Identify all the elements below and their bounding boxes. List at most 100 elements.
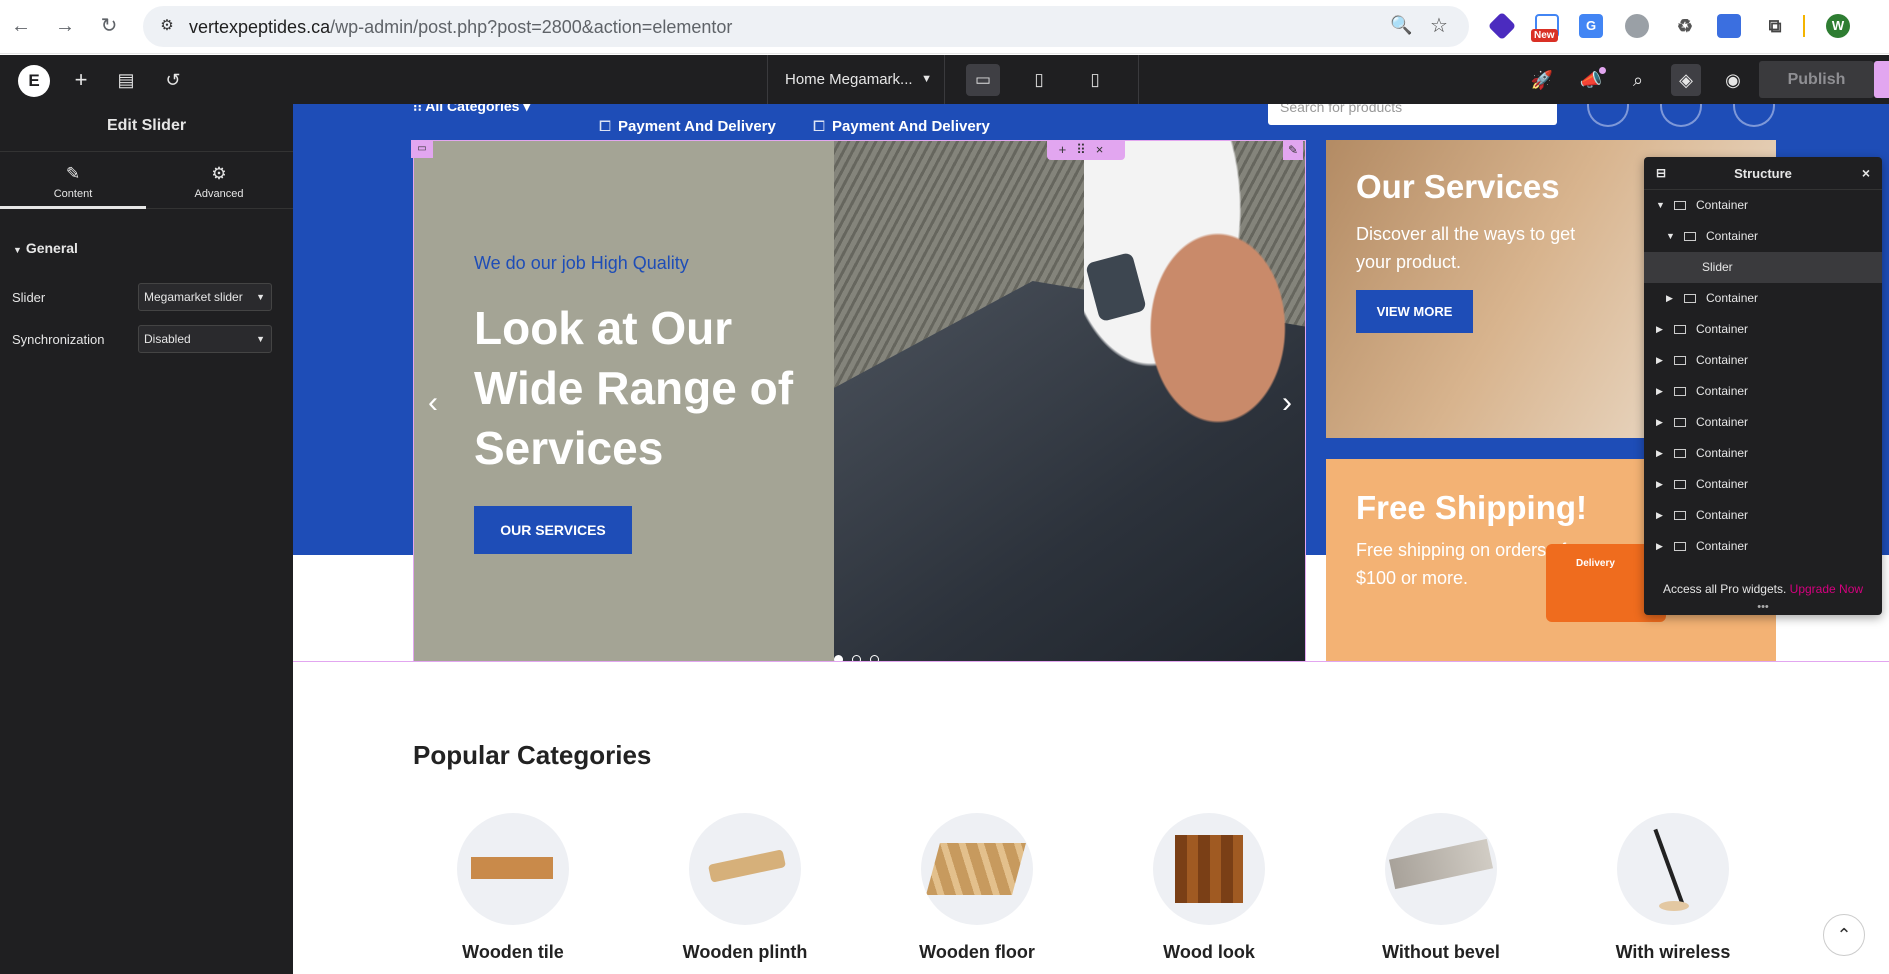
structure-item[interactable]: ▶ Container	[1644, 469, 1882, 500]
document-title: Home Megamark...	[785, 71, 913, 88]
structure-item[interactable]: ▶ Container	[1644, 345, 1882, 376]
extensions-puzzle-icon[interactable]: ⧉	[1763, 14, 1787, 38]
structure-header: ⊟ Structure ×	[1644, 157, 1882, 190]
gear-icon: ⚙	[211, 164, 227, 183]
menu-link-payment-1[interactable]: ⧠ Payment And Delivery	[599, 118, 776, 135]
extension-diamond-icon[interactable]	[1487, 11, 1517, 41]
slider-select[interactable]: Megamarket slider ▼	[138, 283, 272, 311]
upgrade-now-link[interactable]: Upgrade Now	[1790, 582, 1863, 596]
our-services-button[interactable]: OUR SERVICES	[474, 506, 632, 554]
history-icon[interactable]: ↺	[160, 67, 186, 93]
structure-item[interactable]: ▶ Container	[1644, 283, 1882, 314]
site-info-icon[interactable]: ⚙	[157, 16, 177, 36]
search-placeholder: Search for products	[1280, 104, 1403, 115]
menu-link-payment-2[interactable]: ⧠ Payment And Delivery	[813, 118, 990, 135]
card-text: Discover all the ways to get your produc…	[1356, 224, 1576, 272]
caret-right-icon[interactable]: ▶	[1656, 500, 1663, 531]
caret-right-icon[interactable]: ▶	[1656, 314, 1663, 345]
back-icon[interactable]: ←	[8, 13, 34, 39]
structure-item[interactable]: Slider	[1644, 252, 1882, 283]
structure-item[interactable]: ▶ Container	[1644, 314, 1882, 345]
structure-item[interactable]: ▼ Container	[1644, 221, 1882, 252]
collapse-all-icon[interactable]: ⊟	[1656, 157, 1666, 190]
category-item[interactable]: Wooden plinth	[655, 813, 835, 963]
caret-down-icon[interactable]: ▼	[1656, 190, 1665, 221]
category-image	[1385, 813, 1497, 925]
caret-down-icon[interactable]: ▼	[1666, 221, 1675, 252]
browser-chrome: ← → ↻ ⚙ vertexpeptides.ca/wp-admin/post.…	[0, 0, 1889, 54]
caret-right-icon[interactable]: ▶	[1656, 407, 1663, 438]
container-toolbar[interactable]: +⠿×	[1047, 140, 1125, 160]
structure-item[interactable]: ▶ Container	[1644, 407, 1882, 438]
bookmark-star-icon[interactable]: ☆	[1430, 13, 1448, 38]
category-item[interactable]: With wireless	[1583, 813, 1763, 963]
structure-item-label: Container	[1696, 446, 1749, 460]
profile-avatar[interactable]: W	[1826, 14, 1850, 38]
card-title: Our Services	[1356, 168, 1560, 205]
product-search-input[interactable]: Search for products	[1268, 104, 1557, 125]
desktop-icon[interactable]: ▭	[966, 64, 1000, 96]
extension-blue-icon[interactable]	[1717, 14, 1741, 38]
search-icon[interactable]: ⌕	[1625, 67, 1651, 93]
panel-tabs: ✎ Content ⚙ Advanced	[0, 152, 293, 209]
caret-right-icon[interactable]: ▶	[1666, 283, 1673, 314]
globe-icon[interactable]	[1625, 14, 1649, 38]
category-item[interactable]: Wooden floor	[887, 813, 1067, 963]
container-icon	[1674, 542, 1686, 551]
structure-layers-icon[interactable]: ◈	[1671, 64, 1701, 96]
resize-handle-icon[interactable]: •••	[1644, 601, 1882, 613]
element-handle-icon[interactable]: ▭	[411, 140, 433, 158]
publish-options-toggle[interactable]	[1874, 61, 1889, 98]
tablet-icon[interactable]: ▯	[1022, 64, 1056, 96]
structure-item[interactable]: ▶ Container	[1644, 438, 1882, 469]
scroll-top-button[interactable]: ⌃	[1823, 914, 1865, 956]
elementor-logo-icon[interactable]: E	[18, 65, 50, 97]
structure-item[interactable]: ▶ Container	[1644, 376, 1882, 407]
slider-prev-icon[interactable]: ‹	[428, 386, 438, 420]
forward-icon[interactable]: →	[52, 13, 78, 39]
publish-button[interactable]: Publish	[1759, 61, 1874, 98]
category-item[interactable]: Wooden tile	[423, 813, 603, 963]
container-icon	[1674, 480, 1686, 489]
mobile-icon[interactable]: ▯	[1078, 64, 1112, 96]
tab-advanced[interactable]: ⚙ Advanced	[146, 152, 292, 209]
structure-item[interactable]: ▼ Container	[1644, 190, 1882, 221]
caret-right-icon[interactable]: ▶	[1656, 345, 1663, 376]
caret-right-icon[interactable]: ▶	[1656, 469, 1663, 500]
slider-next-icon[interactable]: ›	[1282, 386, 1292, 420]
notification-dot	[1599, 67, 1606, 74]
new-badge: New	[1531, 29, 1558, 42]
synchronization-select[interactable]: Disabled ▼	[138, 325, 272, 353]
editor-panel: Edit Slider ✎ Content ⚙ Advanced ▼ Gener…	[0, 104, 293, 974]
recycle-icon[interactable]: ♻	[1673, 14, 1697, 38]
caret-right-icon[interactable]: ▶	[1656, 531, 1663, 562]
caret-right-icon[interactable]: ▶	[1656, 438, 1663, 469]
zoom-icon[interactable]: 🔍	[1390, 15, 1412, 36]
view-more-button[interactable]: VIEW MORE	[1356, 290, 1473, 333]
structure-list: ▼ Container ▼ Container Slider ▶ Container ▶ Con…	[1644, 190, 1882, 562]
container-icon	[1674, 387, 1686, 396]
section-general-toggle[interactable]: ▼ General	[0, 209, 293, 256]
hero-slider[interactable]: We do our job High Quality Look at Our W…	[413, 140, 1306, 662]
category-image	[457, 813, 569, 925]
caret-right-icon[interactable]: ▶	[1656, 376, 1663, 407]
add-element-icon[interactable]: +	[68, 67, 94, 93]
all-categories-menu[interactable]: ⁝⁝ All Categories ▾	[413, 104, 530, 115]
preview-eye-icon[interactable]: ◉	[1720, 67, 1746, 93]
delivery-icon: ⧠	[813, 118, 826, 135]
category-item[interactable]: Wood look	[1119, 813, 1299, 963]
document-selector[interactable]: Home Megamark... ▼	[767, 55, 945, 104]
structure-item[interactable]: ▶ Container	[1644, 500, 1882, 531]
edit-pencil-icon[interactable]: ✎	[1283, 140, 1303, 160]
close-icon[interactable]: ×	[1862, 157, 1870, 190]
rocket-icon[interactable]: 🚀	[1529, 67, 1555, 93]
page-settings-icon[interactable]: ▤	[113, 67, 139, 93]
structure-item[interactable]: ▶ Container	[1644, 531, 1882, 562]
address-bar[interactable]: ⚙ vertexpeptides.ca/wp-admin/post.php?po…	[143, 6, 1469, 47]
reload-icon[interactable]: ↻	[96, 13, 122, 39]
translate-icon[interactable]: G	[1579, 14, 1603, 38]
category-item[interactable]: Without bevel	[1351, 813, 1531, 963]
structure-item-label: Container	[1696, 477, 1749, 491]
tab-content[interactable]: ✎ Content	[0, 152, 146, 209]
popular-categories-title: Popular Categories	[413, 740, 652, 770]
